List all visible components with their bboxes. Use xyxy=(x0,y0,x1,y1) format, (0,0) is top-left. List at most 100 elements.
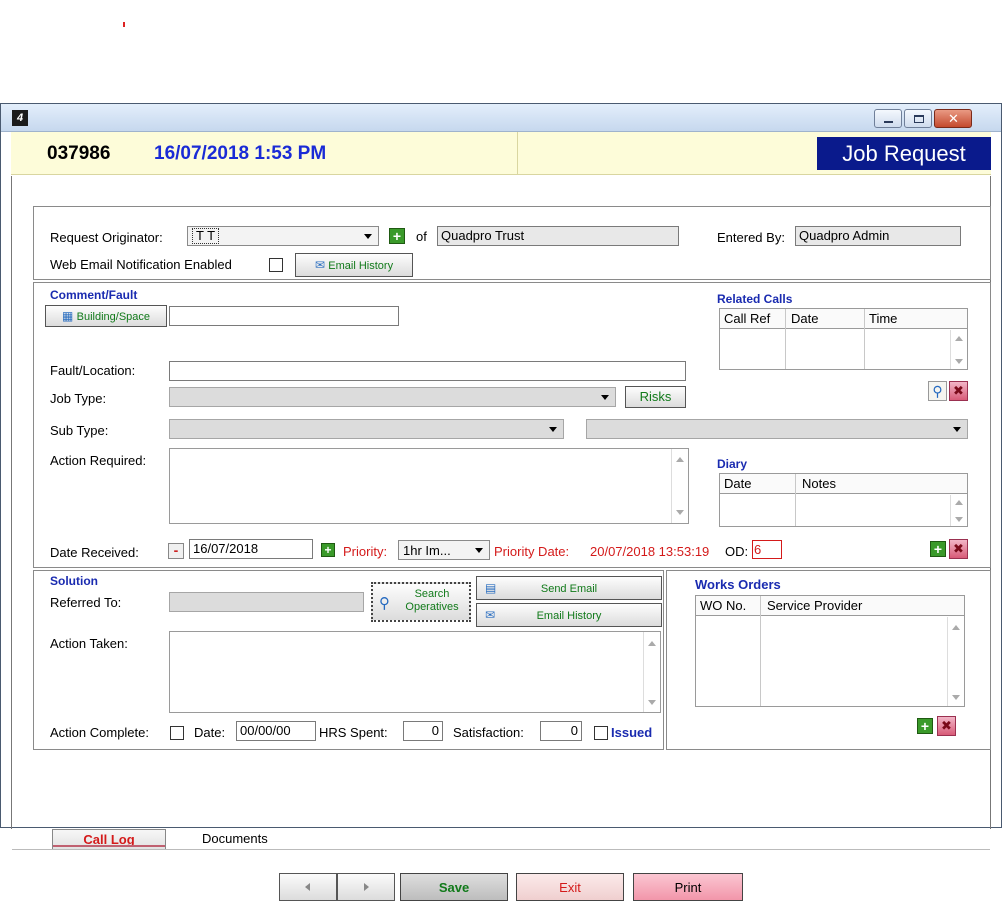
scroll-down-icon xyxy=(676,510,684,515)
organisation-field[interactable]: Quadpro Trust xyxy=(437,226,679,246)
web-email-checkbox[interactable] xyxy=(269,258,283,272)
solution-panel: Solution Referred To: ⚲ Search Operative… xyxy=(33,570,664,750)
chevron-down-icon xyxy=(953,427,961,432)
action-complete-checkbox[interactable] xyxy=(170,726,184,740)
maximize-icon xyxy=(914,115,924,123)
next-record-button[interactable] xyxy=(337,873,395,901)
email-history-button[interactable]: ✉ Email History xyxy=(295,253,413,277)
priority-value: 1hr Im... xyxy=(403,543,451,558)
exit-button[interactable]: Exit xyxy=(516,873,624,901)
column-divider xyxy=(864,309,865,369)
scrollbar[interactable] xyxy=(947,617,964,706)
search-related-button[interactable]: ⚲ xyxy=(928,381,947,401)
sub-type-select[interactable] xyxy=(169,419,564,439)
chevron-down-icon xyxy=(601,395,609,400)
works-orders-header: WO No. Service Provider xyxy=(696,596,964,616)
od-label: OD: xyxy=(725,544,749,559)
related-calls-table[interactable]: Call Ref Date Time xyxy=(719,308,968,370)
magnifier-icon: ⚲ xyxy=(932,383,943,399)
solution-title: Solution xyxy=(50,574,98,588)
add-works-order-button[interactable]: + xyxy=(917,718,933,734)
sub-type-label: Sub Type: xyxy=(50,423,109,438)
job-request-window: 4 ✕ 037986 16/07/2018 1:53 PM Job Reques… xyxy=(0,103,1002,901)
tab-call-log[interactable]: Call Log xyxy=(52,829,166,849)
chevron-down-icon xyxy=(364,234,372,239)
od-field[interactable]: 6 xyxy=(752,540,782,559)
send-email-button[interactable]: ▤ Send Email xyxy=(476,576,662,600)
save-button[interactable]: Save xyxy=(400,873,508,901)
delete-related-button[interactable]: ✖ xyxy=(949,381,968,401)
priority-select[interactable]: 1hr Im... xyxy=(398,540,490,560)
date-increment-button[interactable]: + xyxy=(321,543,335,557)
column-header: Notes xyxy=(802,476,836,491)
job-type-select[interactable] xyxy=(169,387,616,407)
related-calls-header: Call Ref Date Time xyxy=(720,309,967,329)
column-divider xyxy=(785,309,786,369)
originator-panel: Request Originator: T T + of Quadpro Tru… xyxy=(33,206,991,280)
priority-label: Priority: xyxy=(343,544,388,559)
maximize-button[interactable] xyxy=(904,109,932,128)
search-operatives-button[interactable]: ⚲ Search Operatives xyxy=(371,582,471,622)
action-date-field[interactable]: 00/00/00 xyxy=(236,721,316,741)
sub-type-2-select[interactable] xyxy=(586,419,968,439)
scrollbar[interactable] xyxy=(643,632,660,712)
action-required-field[interactable] xyxy=(169,448,689,524)
priority-date-label: Priority Date: xyxy=(494,544,570,559)
referred-to-field[interactable] xyxy=(169,592,364,612)
print-button[interactable]: Print xyxy=(633,873,743,901)
date-received-field[interactable]: 16/07/2018 xyxy=(189,539,313,559)
add-diary-button[interactable]: + xyxy=(930,541,946,557)
scroll-up-icon xyxy=(955,336,963,341)
satisfaction-label: Satisfaction: xyxy=(453,725,524,740)
scroll-down-icon xyxy=(955,517,963,522)
trash-icon: ✖ xyxy=(953,541,964,556)
entered-by-field[interactable]: Quadpro Admin xyxy=(795,226,961,246)
satisfaction-field[interactable]: 0 xyxy=(540,721,582,741)
scroll-up-icon xyxy=(955,500,963,505)
diary-table[interactable]: Date Notes xyxy=(719,473,968,527)
action-taken-field[interactable] xyxy=(169,631,661,713)
building-space-button[interactable]: ▦ Building/Space xyxy=(45,305,167,327)
risks-button[interactable]: Risks xyxy=(625,386,686,408)
solution-email-history-button[interactable]: ✉ Email History xyxy=(476,603,662,627)
delete-works-order-button[interactable]: ✖ xyxy=(937,716,956,736)
originator-select[interactable]: T T xyxy=(187,226,379,246)
diary-title: Diary xyxy=(717,457,748,471)
scroll-up-icon xyxy=(676,457,684,462)
issued-checkbox[interactable] xyxy=(594,726,608,740)
header-separator xyxy=(517,132,518,174)
works-orders-title: Works Orders xyxy=(695,577,781,592)
hrs-spent-field[interactable]: 0 xyxy=(403,721,443,741)
building-space-label: Building/Space xyxy=(76,311,151,323)
column-header: Date xyxy=(724,476,752,491)
email-history-label: Email History xyxy=(328,260,394,272)
column-header: Service Provider xyxy=(767,598,863,613)
chevron-right-icon xyxy=(364,883,369,891)
originator-label: Request Originator: xyxy=(50,230,163,245)
trash-icon: ✖ xyxy=(953,383,964,398)
tab-documents[interactable]: Documents xyxy=(202,831,268,846)
scrollbar[interactable] xyxy=(950,330,967,369)
trash-icon: ✖ xyxy=(941,718,952,733)
building-field[interactable] xyxy=(169,306,399,326)
scrollbar[interactable] xyxy=(950,495,967,526)
search-operatives-label: Search Operatives xyxy=(405,588,459,613)
previous-record-button[interactable] xyxy=(279,873,337,901)
minimize-button[interactable] xyxy=(874,109,902,128)
scroll-down-icon xyxy=(648,700,656,705)
scroll-up-icon xyxy=(952,625,960,630)
works-orders-table[interactable]: WO No. Service Provider xyxy=(695,595,965,707)
app-icon: 4 xyxy=(12,110,28,126)
delete-diary-button[interactable]: ✖ xyxy=(949,539,968,559)
column-header: WO No. xyxy=(700,598,747,613)
scrollbar[interactable] xyxy=(671,449,688,523)
add-originator-button[interactable]: + xyxy=(389,228,405,244)
close-button[interactable]: ✕ xyxy=(934,109,972,128)
date-decrement-button[interactable]: - xyxy=(168,543,184,559)
diary-header: Date Notes xyxy=(720,474,967,494)
action-complete-label: Action Complete: xyxy=(50,725,149,740)
minimize-icon xyxy=(884,121,893,123)
solution-email-history-label: Email History xyxy=(536,610,602,622)
chevron-down-icon xyxy=(549,427,557,432)
fault-location-field[interactable] xyxy=(169,361,686,381)
